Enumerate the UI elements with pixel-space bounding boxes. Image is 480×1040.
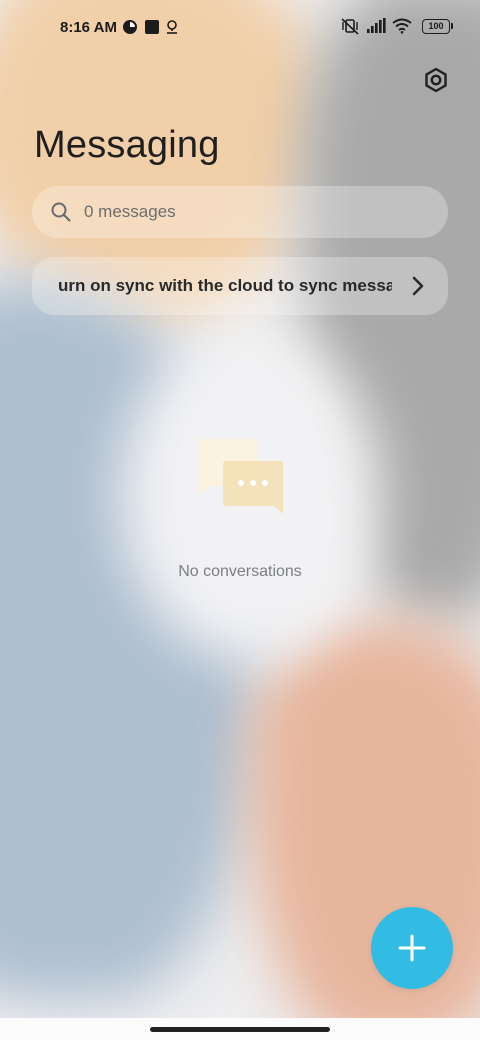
square-notification-icon bbox=[145, 20, 159, 34]
page-title: Messaging bbox=[34, 124, 220, 166]
settings-button[interactable] bbox=[420, 64, 452, 96]
notification-icon bbox=[123, 20, 137, 34]
chat-bubbles-icon bbox=[200, 439, 283, 514]
empty-state-text: No conversations bbox=[178, 563, 302, 580]
vibrate-off-icon bbox=[341, 18, 359, 35]
status-bar: 8:16 AM 100 bbox=[0, 0, 480, 56]
location-pin-icon bbox=[167, 20, 177, 34]
battery-icon: 100 bbox=[422, 18, 453, 34]
battery-level: 100 bbox=[428, 21, 444, 31]
wifi-icon bbox=[392, 18, 412, 34]
sync-banner-text: urn on sync with the cloud to sync messa… bbox=[58, 276, 392, 295]
chevron-right-icon bbox=[412, 276, 424, 296]
search-input[interactable]: 0 messages bbox=[32, 186, 448, 238]
status-time: 8:16 AM bbox=[60, 19, 117, 36]
search-placeholder: 0 messages bbox=[84, 202, 176, 221]
status-right-group: 100 bbox=[340, 17, 453, 35]
signal-icon bbox=[367, 18, 386, 33]
gear-icon bbox=[425, 67, 447, 93]
new-conversation-button[interactable] bbox=[371, 907, 453, 989]
sync-banner[interactable]: urn on sync with the cloud to sync messa… bbox=[32, 257, 448, 315]
home-indicator[interactable] bbox=[150, 1027, 330, 1032]
search-icon bbox=[51, 202, 71, 222]
plus-icon bbox=[398, 934, 426, 962]
